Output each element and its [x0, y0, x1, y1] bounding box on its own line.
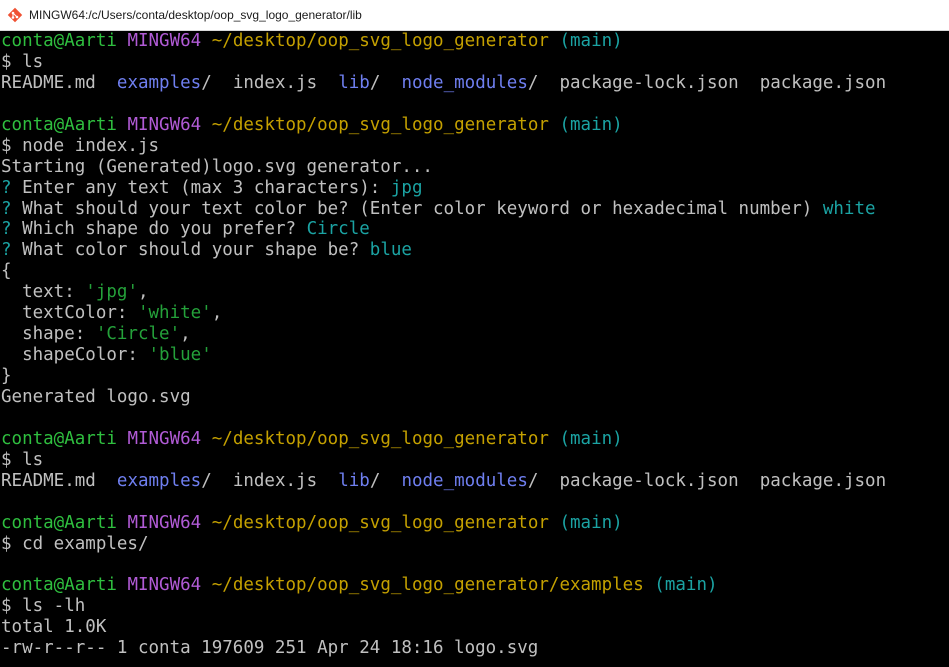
file-index: index.js	[232, 72, 318, 93]
git-bash-icon	[7, 7, 23, 23]
prompt-branch: (main)	[559, 31, 623, 51]
object-line: shape: 'Circle',	[1, 324, 191, 345]
command-line: $ cd examples/	[1, 533, 149, 554]
ls-output: README.md examples/ index.js lib/ node_m…	[1, 72, 887, 93]
prompt-line: conta@Aarti MINGW64 ~/desktop/oop_svg_lo…	[1, 512, 623, 533]
output-line: total 1.0K	[1, 617, 107, 638]
output-line: Starting (Generated)logo.svg generator..…	[1, 156, 433, 177]
terminal-output[interactable]: conta@Aarti MINGW64 ~/desktop/oop_svg_lo…	[0, 31, 949, 667]
file-readme: README.md	[1, 72, 96, 93]
dir-lib: lib	[338, 72, 370, 93]
prompt-shell: MINGW64	[127, 31, 202, 51]
file-package-lock: package-lock.json	[559, 72, 739, 93]
command-line: $ ls	[1, 449, 44, 470]
command-line: $ node index.js	[1, 135, 160, 156]
title-bar[interactable]: MINGW64:/c/Users/conta/desktop/oop_svg_l…	[0, 0, 949, 31]
terminal-window: MINGW64:/c/Users/conta/desktop/oop_svg_l…	[0, 0, 949, 667]
question-line: ? What color should your shape be? blue	[1, 240, 412, 261]
prompt-path: ~/desktop/oop_svg_logo_generator	[211, 31, 549, 51]
object-line: shapeColor: 'blue'	[1, 345, 212, 366]
question-line: ? What should your text color be? (Enter…	[1, 198, 876, 219]
prompt-line: conta@Aarti MINGW64 ~/desktop/oop_svg_lo…	[1, 31, 949, 52]
output-line: }	[1, 366, 12, 386]
window-title: MINGW64:/c/Users/conta/desktop/oop_svg_l…	[29, 8, 362, 22]
question-line: ? Which shape do you prefer? Circle	[1, 219, 370, 240]
prompt-line: conta@Aarti MINGW64 ~/desktop/oop_svg_lo…	[1, 428, 623, 449]
ls-output: README.md examples/ index.js lib/ node_m…	[1, 470, 887, 491]
output-line: -rw-r--r-- 1 conta 197609 251 Apr 24 18:…	[1, 638, 539, 659]
file-package: package.json	[759, 72, 887, 93]
object-line: text: 'jpg',	[1, 282, 149, 303]
prompt-user: conta@Aarti	[1, 31, 117, 51]
output-line: Generated logo.svg	[1, 386, 191, 407]
output-line: {	[1, 261, 12, 282]
object-line: textColor: 'white',	[1, 303, 223, 324]
dir-node-modules: node_modules	[401, 72, 528, 93]
prompt-line: conta@Aarti MINGW64 ~/desktop/oop_svg_lo…	[1, 114, 623, 135]
command-line: $ ls -lh	[1, 596, 86, 617]
dir-examples: examples	[116, 72, 202, 93]
question-line: ? Enter any text (max 3 characters): jpg	[1, 177, 423, 198]
command-line: $ ls	[1, 51, 44, 72]
prompt-line: conta@Aarti MINGW64 ~/desktop/oop_svg_lo…	[1, 575, 718, 596]
